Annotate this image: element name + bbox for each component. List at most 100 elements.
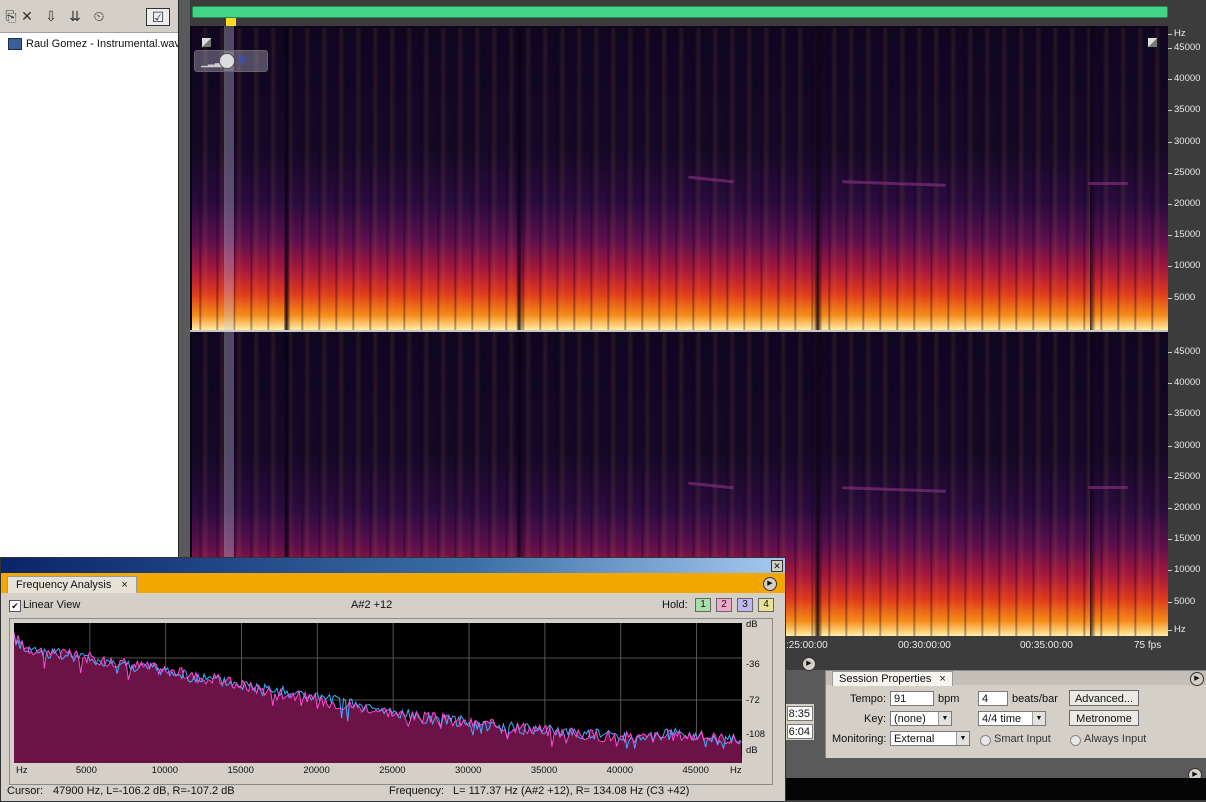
frequency-tick-label: 15000 xyxy=(1167,533,1201,545)
frequency-tick-label: 25000 xyxy=(1167,470,1201,482)
time-signature-select[interactable]: 4/4 time ▼ xyxy=(978,711,1046,726)
hz-tick-label: 20000 xyxy=(303,765,330,776)
smart-input-radio[interactable] xyxy=(980,735,991,746)
panel-menu-icon[interactable]: ▶ xyxy=(802,657,816,671)
frequency-tick-label: 30000 xyxy=(1167,135,1201,147)
frequency-tick-label: 20000 xyxy=(1167,198,1201,209)
chevron-down-icon[interactable]: ▼ xyxy=(1032,712,1045,725)
hz-tick-label: 45000 xyxy=(682,765,709,776)
db-tick-label: -72 xyxy=(746,695,760,706)
db-tick-label: -36 xyxy=(746,659,760,670)
time-field-start[interactable]: 8:35 xyxy=(787,706,813,721)
always-input-radio[interactable] xyxy=(1070,735,1081,746)
time-tick: 00:30:00:00 xyxy=(898,640,951,651)
hold-button-4[interactable]: 4 xyxy=(758,598,774,612)
frequency-tick-label: 40000 xyxy=(1167,73,1201,85)
key-select[interactable]: (none) ▼ xyxy=(890,711,952,726)
chevron-down-icon[interactable]: ▼ xyxy=(956,732,969,745)
playhead[interactable] xyxy=(224,26,234,636)
spectrum-graph[interactable] xyxy=(14,623,742,763)
frequency-tick-label: 5000 xyxy=(1167,291,1196,303)
linear-view-checkbox[interactable]: ✔ xyxy=(9,600,21,612)
frequency-tick-label: 25000 xyxy=(1167,166,1201,178)
always-input-label[interactable]: Always Input xyxy=(1084,733,1146,745)
frequency-tick-label: 15000 xyxy=(1167,229,1201,241)
fa-menu-icon[interactable]: ▶ xyxy=(763,577,777,591)
frequency-analysis-panel: ✕ Frequency Analysis × ▶ ✔ Linear View A… xyxy=(0,557,786,802)
tab-frequency-analysis[interactable]: Frequency Analysis × xyxy=(7,576,137,593)
file-list: Raul Gomez - Instrumental.wav xyxy=(0,33,180,560)
advanced-button[interactable]: Advanced... xyxy=(1069,690,1139,706)
hz-tick-label: 30000 xyxy=(455,765,482,776)
tab-session-properties[interactable]: Session Properties × xyxy=(832,671,953,686)
file-item[interactable]: Raul Gomez - Instrumental.wav xyxy=(8,37,180,51)
tempo-label: Tempo: xyxy=(850,693,887,705)
selection-times: 8:35 6:04 xyxy=(786,704,814,740)
bpm-label: bpm xyxy=(938,693,960,705)
volume-value[interactable]: 0 xyxy=(239,54,245,66)
ruler-unit-bottom: Hz xyxy=(1168,624,1186,635)
insert-icon[interactable]: ⇩ xyxy=(42,8,60,24)
status-line: Cursor: 47900 Hz, L=-106.2 dB, R=-107.2 … xyxy=(1,783,785,801)
hold-button-1[interactable]: 1 xyxy=(695,598,711,612)
hz-tick-label: 35000 xyxy=(530,765,558,776)
monitoring-value: External xyxy=(894,733,935,745)
db-axis-label-bottom: dB xyxy=(746,745,758,756)
file-name: Raul Gomez - Instrumental.wav xyxy=(26,38,181,50)
frequency-tick-label: 40000 xyxy=(1167,377,1201,389)
metronome-button[interactable]: Metronome xyxy=(1069,710,1139,726)
session-menu-icon[interactable]: ▶ xyxy=(1190,672,1204,686)
panel-titlebar[interactable]: ✕ xyxy=(1,558,785,573)
hz-tick-label: 15000 xyxy=(227,765,254,776)
zoom-corner-right-icon[interactable] xyxy=(1148,38,1157,47)
view-toggle-icon[interactable]: ☑ xyxy=(146,8,170,26)
files-toolbar: ⎘ ✕ ⇩ ⇊ ⏲ ☑ xyxy=(0,0,178,33)
db-tick-label: -108 xyxy=(746,729,766,740)
tempo-input[interactable]: 91 xyxy=(890,691,934,706)
frequency-tick-label: 45000 xyxy=(1167,346,1201,357)
hold-button-2[interactable]: 2 xyxy=(716,598,732,612)
fa-body: ✔ Linear View A#2 +12 Hold: 1 2 3 4 dB -… xyxy=(1,593,785,801)
fa-tab-close-icon[interactable]: × xyxy=(121,577,127,593)
metronome-icon[interactable]: ⏲ xyxy=(90,8,108,24)
time-tick: 00:35:00:00 xyxy=(1020,640,1073,651)
hz-tick-label: 40000 xyxy=(606,765,634,776)
insert-multitrack-icon[interactable]: ⇊ xyxy=(66,8,84,24)
frequency-tick-label: 10000 xyxy=(1167,564,1201,576)
beats-input[interactable]: 4 xyxy=(978,691,1008,706)
monitoring-select[interactable]: External ▼ xyxy=(890,731,970,746)
close-file-icon[interactable]: ✕ xyxy=(18,8,36,24)
session-tab-close-icon[interactable]: × xyxy=(939,672,945,686)
hz-tick-label: 5000 xyxy=(75,765,97,776)
time-field-end[interactable]: 6:04 xyxy=(787,724,813,739)
close-icon[interactable]: ✕ xyxy=(771,560,783,572)
ruler-unit-top: Hz xyxy=(1168,28,1186,39)
session-properties-panel: Session Properties × ▶ Tempo: 91 bpm 4 b… xyxy=(825,670,1206,760)
fps-label[interactable]: 75 fps xyxy=(1134,640,1161,651)
fa-tab-label: Frequency Analysis xyxy=(16,579,112,591)
hold-button-3[interactable]: 3 xyxy=(737,598,753,612)
monitoring-label: Monitoring: xyxy=(832,733,887,745)
wav-file-icon xyxy=(8,38,22,50)
frequency-tick-label: 20000 xyxy=(1167,502,1201,513)
linear-view-label[interactable]: Linear View xyxy=(23,599,80,611)
time-signature-value: 4/4 time xyxy=(982,713,1022,725)
cursor-label: Cursor: xyxy=(7,785,44,797)
overview-bar[interactable] xyxy=(192,6,1168,18)
zoom-corner-left-icon[interactable] xyxy=(202,38,211,47)
hz-axis-label: Hz xyxy=(16,765,28,776)
hz-axis-label: Hz xyxy=(730,765,742,776)
spectral-display[interactable]: ▁▂▃ 0 xyxy=(190,26,1168,636)
note-display: A#2 +12 xyxy=(351,599,393,611)
channel-left[interactable] xyxy=(192,28,1168,330)
volume-widget[interactable]: ▁▂▃ 0 xyxy=(194,50,268,72)
volume-knob[interactable] xyxy=(219,53,235,69)
files-panel: ⎘ ✕ ⇩ ⇊ ⏲ ☑ Raul Gomez - Instrumental.wa… xyxy=(0,0,180,560)
chevron-down-icon[interactable]: ▼ xyxy=(938,712,951,725)
transport-strip: ▶ xyxy=(786,656,1206,671)
playhead-marker[interactable] xyxy=(226,18,236,26)
smart-input-label[interactable]: Smart Input xyxy=(994,733,1051,745)
key-label: Key: xyxy=(864,713,887,725)
spectrum-area xyxy=(14,632,742,763)
session-tab-bar: Session Properties × ▶ xyxy=(826,671,1206,686)
